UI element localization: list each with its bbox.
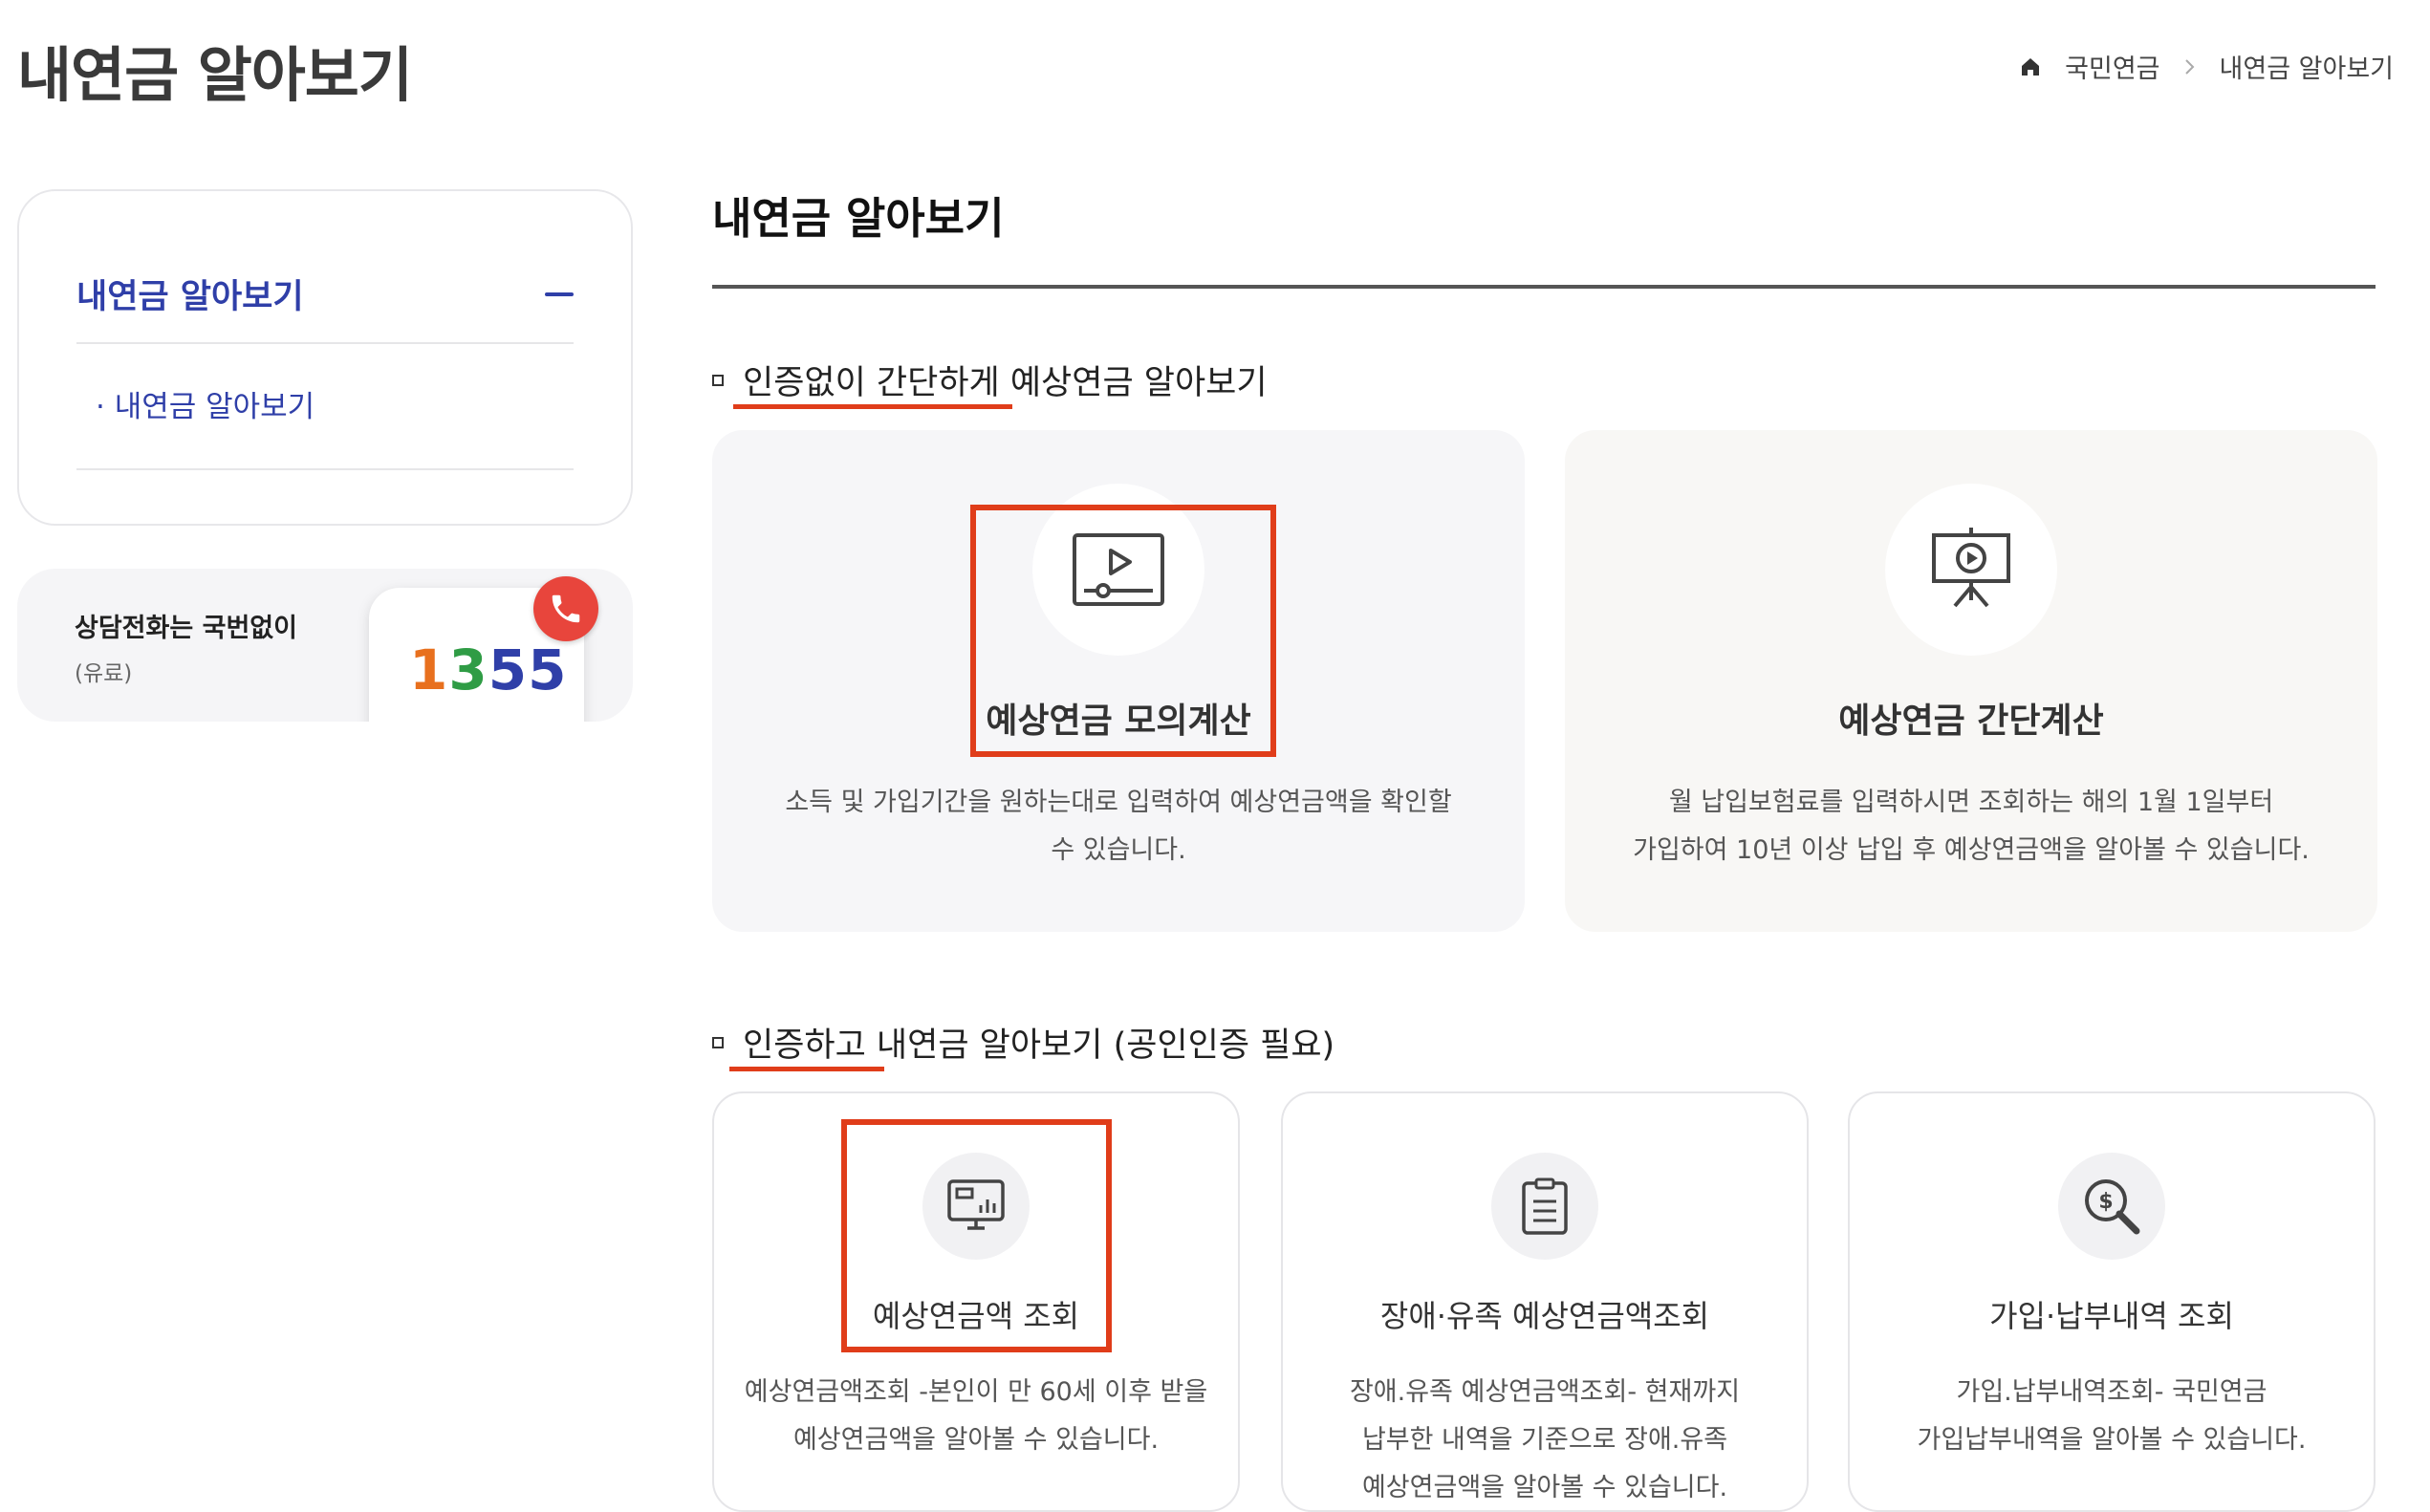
square-bullet-icon — [712, 1036, 724, 1048]
sidebar-item-my-pension[interactable]: · 내연금 알아보기 — [96, 382, 315, 425]
card-title: 가입·납부내역 조회 — [1989, 1298, 2234, 1334]
phone-number: 1355 — [409, 637, 567, 702]
card-description: 예상연금액조회 -본인이 만 60세 이후 받을 예상연금액을 알아볼 수 있습… — [744, 1377, 1208, 1455]
square-bullet-icon — [712, 374, 724, 386]
clipboard-list-icon — [1491, 1153, 1598, 1260]
consult-banner[interactable]: 상담전화는 국번없이 (유료) 1355 — [17, 569, 633, 722]
dollar-search-icon: $ — [2058, 1153, 2165, 1260]
svg-text:$: $ — [2098, 1190, 2113, 1214]
section-heading-text: 인증없이 간단하게 예상연금 알아보기 — [743, 364, 1268, 402]
card-description: 월 납입보험료를 입력하시면 조회하는 해의 1월 1일부터 가입하여 10년 … — [1633, 788, 2310, 865]
highlight-underline — [729, 1067, 884, 1071]
presentation-play-icon — [1885, 484, 2057, 656]
highlight-underline — [733, 404, 1012, 409]
card-description: 가입.납부내역조회- 국민연금 가입납부내역을 알아볼 수 있습니다. — [1917, 1377, 2307, 1455]
sidebar-divider — [76, 468, 574, 470]
section-heading-no-auth: 인증없이 간단하게 예상연금 알아보기 — [712, 356, 1268, 404]
breadcrumb-item-pension[interactable]: 국민연금 — [2065, 48, 2159, 85]
card-subscription-payment-inquiry[interactable]: $ 가입·납부내역 조회 가입.납부내역조회- 국민연금 가입납부내역을 알아볼… — [1848, 1091, 2376, 1512]
page-title: 내연금 알아보기 — [17, 40, 413, 110]
sidebar-menu: 내연금 알아보기 · 내연금 알아보기 — [17, 189, 633, 526]
highlight-box — [841, 1119, 1112, 1352]
phone-icon — [533, 576, 598, 641]
card-title: 장애·유족 예상연금액조회 — [1379, 1298, 1710, 1334]
card-disability-survivor-inquiry[interactable]: 장애·유족 예상연금액조회 장애.유족 예상연금액조회- 현재까지 납부한 내역… — [1281, 1091, 1809, 1512]
section-heading-text: 인증하고 내연금 알아보기 (공인인증 필요) — [743, 1026, 1335, 1065]
content-title: 내연금 알아보기 — [712, 193, 1005, 244]
card-description: 장애.유족 예상연금액조회- 현재까지 납부한 내역을 기준으로 장애.유족 예… — [1349, 1377, 1741, 1502]
breadcrumb: 국민연금 내연금 알아보기 — [2019, 48, 2394, 85]
highlight-box — [970, 505, 1276, 757]
phone-digit: 1 — [409, 637, 449, 702]
section-heading-auth: 인증하고 내연금 알아보기 (공인인증 필요) — [712, 1018, 1334, 1067]
chevron-right-icon — [2183, 57, 2197, 76]
card-title: 예상연금 간단계산 — [1838, 702, 2104, 741]
phone-digit: 3 — [448, 637, 488, 702]
sidebar-menu-title[interactable]: 내연금 알아보기 — [76, 270, 304, 318]
sidebar-divider — [76, 342, 574, 344]
collapse-minus-icon[interactable] — [545, 292, 574, 296]
home-icon[interactable] — [2019, 55, 2042, 78]
consult-title: 상담전화는 국번없이 — [75, 614, 297, 643]
card-simple-calculation[interactable]: 예상연금 간단계산 월 납입보험료를 입력하시면 조회하는 해의 1월 1일부터… — [1565, 430, 2377, 932]
consult-fee-note: (유료) — [75, 661, 133, 686]
breadcrumb-item-current[interactable]: 내연금 알아보기 — [2220, 48, 2394, 85]
phone-digit: 5 — [488, 637, 529, 702]
phone-digit: 5 — [528, 637, 568, 702]
title-divider — [712, 285, 2376, 289]
card-description: 소득 및 가입기간을 원하는대로 입력하여 예상연금액을 확인할 수 있습니다. — [785, 788, 1452, 865]
